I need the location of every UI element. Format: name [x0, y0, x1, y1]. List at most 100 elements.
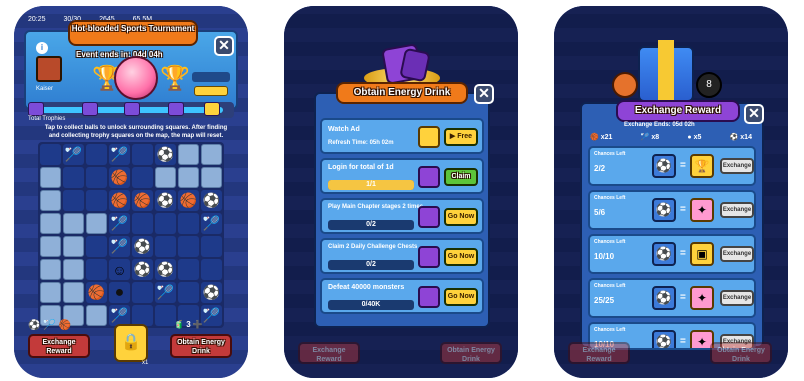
- grid-tile[interactable]: ☺: [109, 259, 130, 280]
- locked-tile[interactable]: [40, 282, 61, 303]
- milestone-chest-icon[interactable]: [124, 102, 140, 116]
- grid-tile[interactable]: 🏸: [109, 236, 130, 257]
- grid-tile[interactable]: [132, 167, 153, 188]
- task-progress-bar: 0/2: [328, 260, 414, 270]
- grid-tile[interactable]: 🏀: [86, 282, 107, 303]
- obtain-energy-drink-button[interactable]: Obtain Energy Drink: [440, 342, 502, 364]
- exchange-button[interactable]: Exchange: [720, 202, 754, 218]
- grid-tile[interactable]: ⚽: [155, 259, 176, 280]
- grid-tile[interactable]: ⚽: [201, 190, 222, 211]
- grid-tile[interactable]: 🏸: [109, 144, 130, 165]
- free-button[interactable]: ▶ Free: [444, 128, 478, 146]
- grid-tile[interactable]: [178, 236, 199, 257]
- lock-icon[interactable]: 🔒: [114, 324, 148, 362]
- locked-tile[interactable]: [63, 259, 84, 280]
- locked-tile[interactable]: [40, 190, 61, 211]
- equals-icon: =: [680, 248, 686, 259]
- grid-tile[interactable]: [86, 167, 107, 188]
- close-icon[interactable]: ✕: [214, 36, 234, 56]
- grid-tile[interactable]: ⚽: [155, 144, 176, 165]
- grid-tile[interactable]: [40, 144, 61, 165]
- close-icon[interactable]: ✕: [474, 84, 494, 104]
- exchange-button[interactable]: Exchange: [720, 246, 754, 262]
- exchange-reward-button[interactable]: Exchange Reward: [568, 342, 630, 364]
- exchange-button[interactable]: Exchange: [720, 158, 754, 174]
- grid-tile[interactable]: [132, 144, 153, 165]
- grid-tile[interactable]: [86, 190, 107, 211]
- energy-drink-icon: [418, 286, 440, 308]
- currency-count: x21: [600, 133, 613, 141]
- exchange-row: Chances Left 5/6 ⚽ = ✦ Exchange: [588, 190, 756, 230]
- exchange-reward-button[interactable]: Exchange Reward: [28, 334, 90, 358]
- grid-tile[interactable]: [63, 190, 84, 211]
- grid-tile[interactable]: ⚽: [132, 259, 153, 280]
- panel-title: Obtain Energy Drink: [336, 82, 468, 104]
- locked-tile[interactable]: [40, 167, 61, 188]
- info-icon[interactable]: i: [36, 42, 48, 54]
- ranking-button[interactable]: [194, 86, 228, 96]
- go-now-button[interactable]: Go Now: [444, 208, 478, 226]
- locked-tile[interactable]: [178, 167, 199, 188]
- currency-shuttlecock: 🏸 x8: [641, 133, 660, 142]
- milestone-key-icon[interactable]: [168, 102, 184, 116]
- close-icon[interactable]: ✕: [744, 104, 764, 124]
- grid-tile[interactable]: 🏸: [201, 213, 222, 234]
- grid-tile[interactable]: [178, 259, 199, 280]
- grid-tile[interactable]: 🏀: [132, 190, 153, 211]
- locked-tile[interactable]: [40, 213, 61, 234]
- locked-tile[interactable]: [201, 167, 222, 188]
- grid-tile[interactable]: [86, 144, 107, 165]
- locked-tile[interactable]: [63, 213, 84, 234]
- locked-tile[interactable]: [178, 144, 199, 165]
- grid-tile[interactable]: [86, 259, 107, 280]
- locked-tile[interactable]: [86, 213, 107, 234]
- chances-left-value: 10/10: [594, 252, 615, 261]
- obtain-energy-drink-button[interactable]: Obtain Energy Drink: [170, 334, 232, 358]
- grid-tile[interactable]: ●: [109, 282, 130, 303]
- grid-tile[interactable]: [201, 236, 222, 257]
- free-button-label: Free: [457, 133, 473, 140]
- add-icon[interactable]: ➕: [193, 320, 203, 329]
- exchange-reward-button[interactable]: Exchange Reward: [298, 342, 360, 364]
- milestone-trophy-icon[interactable]: [28, 102, 44, 116]
- grid-tile[interactable]: [201, 259, 222, 280]
- grid-tile[interactable]: 🏸: [155, 282, 176, 303]
- grid-tile[interactable]: [178, 213, 199, 234]
- grid-tile[interactable]: 🏀: [178, 190, 199, 211]
- grid-tile[interactable]: [155, 213, 176, 234]
- grid-tile[interactable]: [155, 236, 176, 257]
- grid-tile[interactable]: [132, 213, 153, 234]
- task-login: Login for total of 1d 1/1 Claim: [320, 158, 484, 194]
- locked-tile[interactable]: [63, 282, 84, 303]
- go-now-button[interactable]: Go Now: [444, 288, 478, 306]
- grid-tile[interactable]: ⚽: [132, 236, 153, 257]
- grid-tile[interactable]: 🏀: [109, 190, 130, 211]
- exchange-button[interactable]: Exchange: [720, 290, 754, 306]
- chances-left-value: 25/25: [594, 296, 615, 305]
- grid-tile[interactable]: [63, 167, 84, 188]
- grid-tile[interactable]: 🏸: [63, 144, 84, 165]
- tournament-title: Hot-blooded Sports Tournament: [68, 20, 198, 46]
- claim-button[interactable]: Claim: [444, 168, 478, 186]
- grid-tile[interactable]: ⚽: [201, 282, 222, 303]
- grid-tile[interactable]: 🏀: [109, 167, 130, 188]
- locked-tile[interactable]: [155, 167, 176, 188]
- grid-tile[interactable]: [178, 282, 199, 303]
- locked-tile[interactable]: [201, 144, 222, 165]
- grid-tile[interactable]: ⚽: [155, 190, 176, 211]
- grid-tile[interactable]: [132, 282, 153, 303]
- go-now-button[interactable]: Go Now: [444, 248, 478, 266]
- grid-tile[interactable]: [86, 236, 107, 257]
- progress-text: 0/2: [366, 261, 376, 268]
- avatar[interactable]: [36, 56, 62, 82]
- locked-tile[interactable]: [40, 236, 61, 257]
- milestone-star-icon[interactable]: [204, 102, 220, 116]
- obtain-energy-drink-button[interactable]: Obtain Energy Drink: [710, 342, 772, 364]
- exchange-row: Chances Left 2/2 ⚽ = 🏆 Exchange: [588, 146, 756, 186]
- phone-screen-energy-drink: Obtain Energy Drink ✕ Watch Ad Refresh T…: [284, 6, 518, 378]
- tip-text: Tap to collect balls to unlock surroundi…: [44, 125, 228, 139]
- milestone-chest-icon[interactable]: [82, 102, 98, 116]
- grid-tile[interactable]: 🏸: [109, 213, 130, 234]
- locked-tile[interactable]: [40, 259, 61, 280]
- locked-tile[interactable]: [63, 236, 84, 257]
